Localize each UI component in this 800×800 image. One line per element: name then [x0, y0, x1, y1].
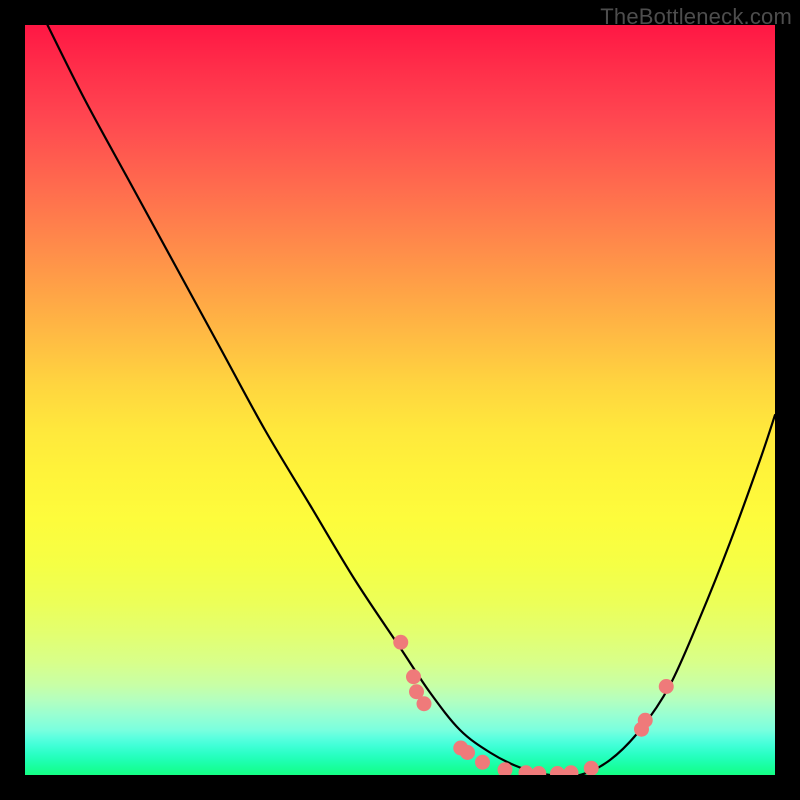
plot-background	[25, 25, 775, 775]
chart-frame: TheBottleneck.com	[0, 0, 800, 800]
watermark-text: TheBottleneck.com	[600, 4, 792, 30]
